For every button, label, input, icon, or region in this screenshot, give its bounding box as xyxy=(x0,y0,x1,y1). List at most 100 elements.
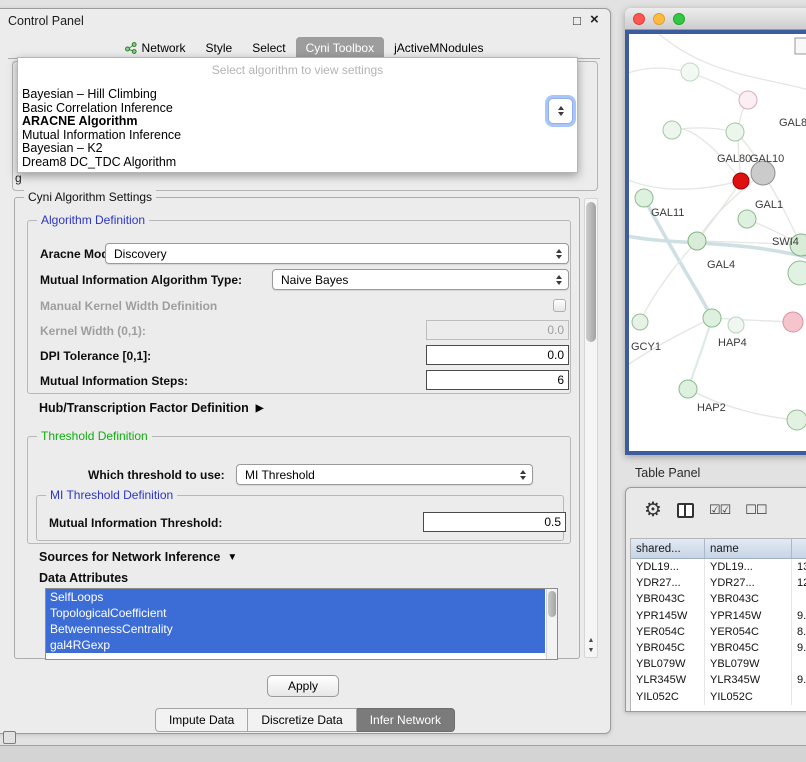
table-row[interactable]: YPR145W YPR145W 9. xyxy=(631,608,806,624)
attribute-item[interactable]: TopologicalCoefficient xyxy=(46,605,545,621)
cell-shared-name[interactable]: YDL19... xyxy=(631,559,705,575)
node-pink[interactable] xyxy=(739,91,757,109)
cell-shared-name[interactable]: YDR27... xyxy=(631,575,705,591)
table-row[interactable]: YBL079W YBL079W xyxy=(631,656,806,672)
table-row[interactable]: YER054C YER054C 8. xyxy=(631,624,806,640)
network-canvas[interactable]: GAL80 GAL80 GAL10 GAL11 GAL1 SWI4 GAL4 G… xyxy=(625,30,806,455)
cell-value[interactable]: 9. xyxy=(792,608,806,624)
node-gal4[interactable] xyxy=(688,232,706,250)
dropdown-option[interactable]: Dream8 DC_TDC Algorithm xyxy=(18,156,577,170)
cell-shared-name[interactable]: YBR043C xyxy=(631,591,705,607)
kernel-width-input[interactable] xyxy=(426,320,569,340)
dpi-tolerance-input[interactable] xyxy=(426,345,569,365)
cell-shared-name[interactable]: YPR145W xyxy=(631,608,705,624)
cell-name[interactable]: YBR043C xyxy=(705,591,792,607)
cell-name[interactable]: YBR045C xyxy=(705,640,792,656)
cell-shared-name[interactable]: YLR345W xyxy=(631,672,705,688)
cell-value[interactable] xyxy=(792,591,806,607)
attribute-item[interactable]: SelfLoops xyxy=(46,589,545,605)
cell-value[interactable] xyxy=(792,656,806,672)
list-scrollbar[interactable] xyxy=(546,589,557,659)
manual-kernel-checkbox[interactable] xyxy=(553,299,566,312)
node[interactable] xyxy=(681,63,699,81)
cell-value[interactable]: 12 xyxy=(792,575,806,591)
mi-threshold-input[interactable] xyxy=(423,512,566,532)
node-hap4[interactable] xyxy=(703,309,721,327)
node-pink[interactable] xyxy=(783,312,803,332)
mi-steps-input[interactable] xyxy=(426,370,569,390)
cell-shared-name[interactable]: YBL079W xyxy=(631,656,705,672)
dropdown-option[interactable]: Bayesian – K2 xyxy=(18,142,577,156)
dropdown-option[interactable]: Mutual Information Inference xyxy=(18,129,577,143)
column-header-name[interactable]: name xyxy=(705,539,792,558)
tab-select[interactable]: Select xyxy=(242,37,295,58)
cell-shared-name[interactable]: YBR045C xyxy=(631,640,705,656)
tab-infer-network[interactable]: Infer Network xyxy=(357,708,455,732)
dropdown-option[interactable]: Bayesian – Hill Climbing xyxy=(18,88,577,102)
node[interactable] xyxy=(663,121,681,139)
node-gal1[interactable] xyxy=(738,210,756,228)
tab-network[interactable]: Network xyxy=(115,37,196,58)
close-window-icon[interactable]: × xyxy=(590,13,599,27)
settings-scrollbar[interactable]: ▲▼ xyxy=(584,198,598,658)
cell-name[interactable]: YIL052C xyxy=(705,689,792,705)
table-row[interactable]: YDL19... YDL19... 13 xyxy=(631,559,806,575)
node[interactable] xyxy=(787,410,806,430)
cell-name[interactable]: YBL079W xyxy=(705,656,792,672)
table-row[interactable]: YBR045C YBR045C 9. xyxy=(631,640,806,656)
zoom-traffic-light[interactable] xyxy=(673,13,685,25)
cell-name[interactable]: YER054C xyxy=(705,624,792,640)
sources-section-toggle[interactable]: Sources for Network Inference ▼ xyxy=(39,550,237,564)
cell-name[interactable]: YPR145W xyxy=(705,608,792,624)
cell-name[interactable]: YDL19... xyxy=(705,559,792,575)
cell-value[interactable]: 9. xyxy=(792,672,806,688)
list-scrollbar-thumb[interactable] xyxy=(548,591,556,617)
float-window-icon[interactable]: □ xyxy=(573,14,581,28)
dropdown-option[interactable]: Basic Correlation Inference xyxy=(18,102,577,116)
node[interactable] xyxy=(726,123,744,141)
table-row[interactable]: YDR27... YDR27... 12 xyxy=(631,575,806,591)
cell-name[interactable]: YLR345W xyxy=(705,672,792,688)
scrollbar-thumb[interactable] xyxy=(586,202,596,342)
tab-style[interactable]: Style xyxy=(196,37,243,58)
cell-value[interactable]: 9. xyxy=(792,640,806,656)
column-header-partial[interactable] xyxy=(792,539,806,558)
tab-impute-data[interactable]: Impute Data xyxy=(155,708,248,732)
node-gal11[interactable] xyxy=(635,189,653,207)
dropdown-option[interactable]: ARACNE Algorithm xyxy=(18,115,577,129)
node-selected-red[interactable] xyxy=(733,173,749,189)
cell-value[interactable]: 8. xyxy=(792,624,806,640)
mi-type-select[interactable]: Naive Bayes xyxy=(272,269,569,290)
aracne-mode-select[interactable]: Discovery xyxy=(105,243,569,264)
attribute-item[interactable]: BetweennessCentrality xyxy=(46,621,545,637)
overview-box[interactable] xyxy=(795,38,806,54)
cell-value[interactable]: 13 xyxy=(792,559,806,575)
table-row[interactable]: YBR043C YBR043C xyxy=(631,591,806,607)
node-hap2[interactable] xyxy=(679,380,697,398)
minimize-traffic-light[interactable] xyxy=(653,13,665,25)
node[interactable] xyxy=(728,317,744,333)
node-gcy1[interactable] xyxy=(632,314,648,330)
close-traffic-light[interactable] xyxy=(633,13,645,25)
cell-shared-name[interactable]: YIL052C xyxy=(631,689,705,705)
cell-name[interactable]: YDR27... xyxy=(705,575,792,591)
gear-icon[interactable]: ⚙ xyxy=(644,500,662,520)
minimized-panel-icon[interactable] xyxy=(3,731,16,744)
columns-icon[interactable] xyxy=(677,503,694,518)
tab-discretize-data[interactable]: Discretize Data xyxy=(248,708,356,732)
hub-section-toggle[interactable]: Hub/Transcription Factor Definition ▶ xyxy=(39,401,263,415)
deselect-all-checks-icon[interactable]: ☐☐ xyxy=(745,502,766,518)
which-threshold-select[interactable]: MI Threshold xyxy=(236,464,533,485)
tab-jactivemnodules[interactable]: jActiveMNodules xyxy=(384,37,493,58)
apply-button[interactable]: Apply xyxy=(267,675,339,697)
network-window-titlebar[interactable] xyxy=(625,8,806,30)
attribute-item[interactable]: gal4RGexp xyxy=(46,637,545,653)
cell-shared-name[interactable]: YER054C xyxy=(631,624,705,640)
node[interactable] xyxy=(788,261,806,285)
scrollbar-arrows[interactable]: ▲▼ xyxy=(585,637,597,654)
table-row[interactable]: YLR345W YLR345W 9. xyxy=(631,672,806,688)
table-row[interactable]: YIL052C YIL052C xyxy=(631,689,806,705)
select-all-checks-icon[interactable]: ☑☑ xyxy=(709,502,730,518)
algorithm-combo-stepper[interactable] xyxy=(548,98,573,124)
tab-cyni-toolbox[interactable]: Cyni Toolbox xyxy=(296,37,384,58)
